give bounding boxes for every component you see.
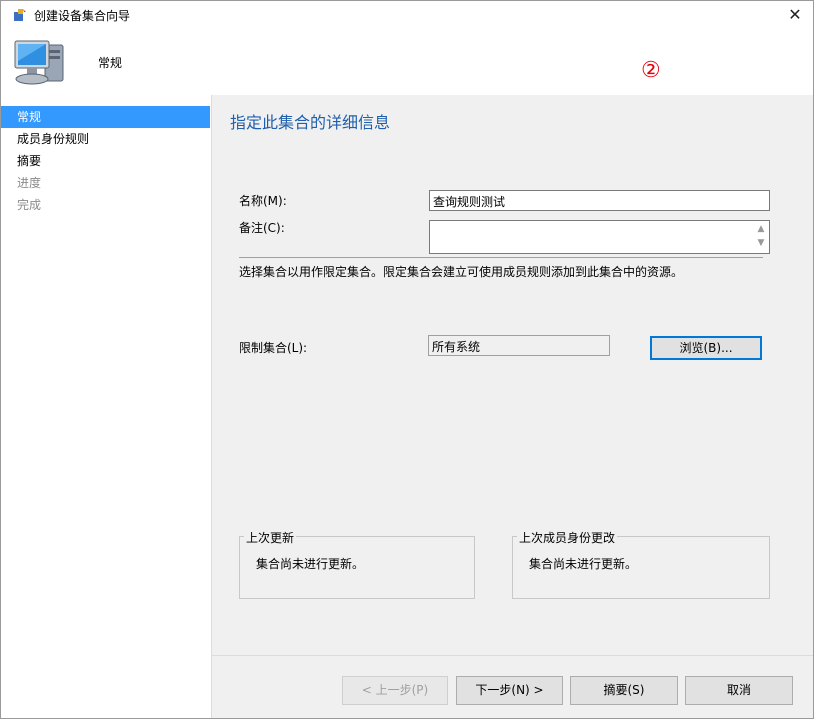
wizard-banner: 常规 ②: [1, 29, 813, 95]
limiting-collection-description: 选择集合以用作限定集合。限定集合会建立可使用成员规则添加到此集合中的资源。: [239, 265, 684, 279]
scroll-up-icon[interactable]: ▲: [758, 224, 765, 234]
footer-divider: [212, 655, 813, 656]
banner-title: 常规: [98, 56, 123, 70]
summary-button[interactable]: 摘要(S): [570, 676, 678, 705]
sidebar-item-summary[interactable]: 摘要: [1, 150, 210, 172]
previous-button[interactable]: < 上一步(P): [342, 676, 448, 705]
sidebar-item-completion: 完成: [17, 198, 42, 212]
comment-label: 备注(C):: [239, 221, 285, 235]
close-button[interactable]: ✕: [777, 1, 813, 29]
window-title: 创建设备集合向导: [34, 9, 131, 23]
comment-scrollbar[interactable]: ▲ ▼: [754, 222, 768, 252]
page-title: 指定此集合的详细信息: [230, 113, 391, 132]
limit-collection-field: 所有系统: [428, 335, 610, 356]
browse-button[interactable]: 浏览(B)...: [650, 336, 762, 360]
comment-textarea[interactable]: ▲ ▼: [429, 220, 770, 254]
last-membership-change-title: 上次成员身份更改: [517, 529, 618, 546]
sidebar-item-progress: 进度: [17, 176, 42, 190]
last-update-group: 上次更新 集合尚未进行更新。: [239, 529, 475, 599]
last-membership-change-text: 集合尚未进行更新。: [529, 557, 638, 571]
wizard-window: 创建设备集合向导 ✕ 常规 ② 常规 成员身份规则 摘要 进度 完成 指定此集合…: [0, 0, 814, 719]
sidebar-item-membership-rules[interactable]: 成员身份规则: [1, 128, 210, 150]
title-bar: 创建设备集合向导 ✕: [1, 1, 813, 29]
computer-icon: [11, 37, 67, 91]
wizard-steps-sidebar: 常规 成员身份规则 摘要 进度 完成: [1, 95, 212, 718]
sidebar-item-general[interactable]: 常规: [1, 106, 210, 128]
wizard-icon: [13, 8, 27, 22]
scroll-down-icon[interactable]: ▼: [758, 238, 765, 248]
close-icon: ✕: [788, 5, 802, 24]
last-update-text: 集合尚未进行更新。: [256, 557, 365, 571]
step-annotation: ②: [641, 58, 661, 83]
next-button[interactable]: 下一步(N) >: [456, 676, 563, 705]
name-input[interactable]: 查询规则测试: [429, 190, 770, 211]
main-panel: 指定此集合的详细信息 名称(M): 查询规则测试 备注(C): ▲ ▼ 选择集合…: [212, 95, 813, 655]
last-update-title: 上次更新: [244, 529, 297, 546]
cancel-button[interactable]: 取消: [685, 676, 793, 705]
last-membership-change-group: 上次成员身份更改 集合尚未进行更新。: [512, 529, 770, 599]
limit-collection-label: 限制集合(L):: [239, 341, 308, 355]
name-label: 名称(M):: [239, 194, 287, 208]
divider: [239, 257, 763, 258]
